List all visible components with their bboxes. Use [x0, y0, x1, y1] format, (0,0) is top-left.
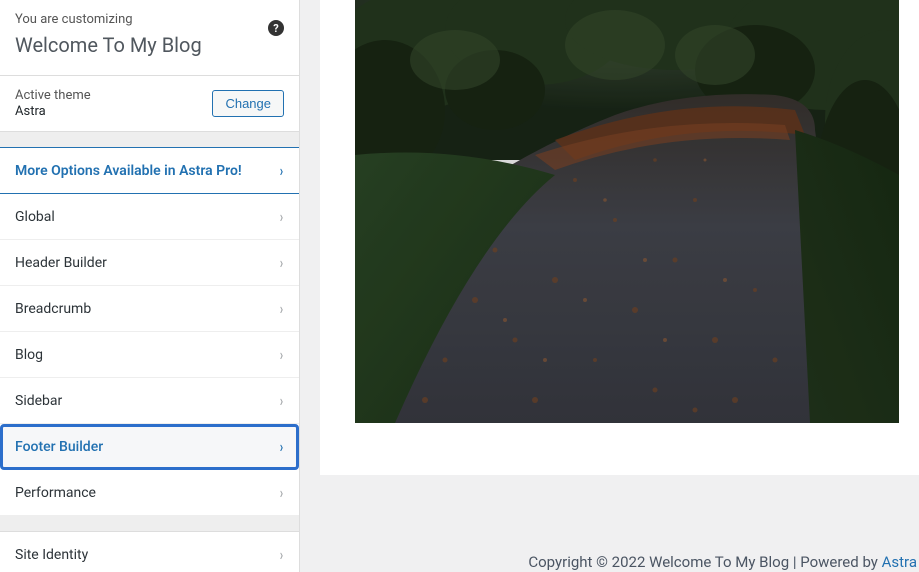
menu-item-label: Breadcrumb — [15, 301, 91, 317]
site-title: Welcome To My Blog — [15, 33, 284, 57]
panel-header: You are customizing Welcome To My Blog ? — [0, 0, 299, 76]
customizing-label: You are customizing — [15, 12, 284, 27]
chevron-right-icon: › — [280, 299, 283, 318]
active-theme-label: Active theme — [15, 88, 91, 103]
menu-item-label: Performance — [15, 485, 96, 501]
menu-item-global[interactable]: Global › — [0, 194, 299, 240]
menu-item-label: Blog — [15, 347, 43, 363]
footer-copyright: Copyright © 2022 Welcome To My Blog | Po… — [528, 553, 917, 571]
change-theme-button[interactable]: Change — [212, 90, 284, 117]
menu-item-header-builder[interactable]: Header Builder › — [0, 240, 299, 286]
chevron-right-icon: › — [280, 207, 283, 226]
menu-item-footer-builder[interactable]: Footer Builder › — [0, 424, 299, 470]
menu-item-performance[interactable]: Performance › — [0, 470, 299, 516]
theme-info: Active theme Astra — [15, 88, 91, 119]
footer-text-before: Copyright © 2022 Welcome To My Blog | Po… — [528, 553, 881, 571]
customizer-sidebar: You are customizing Welcome To My Blog ?… — [0, 0, 300, 572]
menu-item-label: More Options Available in Astra Pro! — [15, 163, 242, 179]
menu-item-blog[interactable]: Blog › — [0, 332, 299, 378]
active-theme-name: Astra — [15, 104, 91, 119]
menu-item-label: Footer Builder — [15, 439, 103, 455]
preview-content — [320, 0, 919, 475]
chevron-right-icon: › — [280, 345, 283, 364]
menu-item-site-identity[interactable]: Site Identity › — [0, 531, 299, 572]
footer-theme-link[interactable]: Astra — [882, 553, 917, 571]
menu-item-sidebar[interactable]: Sidebar › — [0, 378, 299, 424]
menu-item-label: Header Builder — [15, 255, 107, 271]
active-theme-section: Active theme Astra Change — [0, 76, 299, 132]
chevron-right-icon: › — [280, 253, 283, 272]
menu-item-astra-pro[interactable]: More Options Available in Astra Pro! › — [0, 147, 299, 194]
chevron-right-icon: › — [280, 391, 283, 410]
customizer-menu: More Options Available in Astra Pro! › G… — [0, 147, 299, 516]
preview-footer: Copyright © 2022 Welcome To My Blog | Po… — [320, 475, 919, 572]
chevron-right-icon: › — [280, 483, 283, 502]
help-icon[interactable]: ? — [268, 20, 284, 36]
menu-item-label: Global — [15, 209, 55, 225]
menu-item-label: Sidebar — [15, 393, 62, 409]
menu-item-breadcrumb[interactable]: Breadcrumb › — [0, 286, 299, 332]
preview-featured-image — [355, 0, 899, 423]
customizer-menu-extra: Site Identity › — [0, 531, 299, 572]
chevron-right-icon: › — [280, 437, 283, 456]
chevron-right-icon: › — [280, 545, 283, 564]
menu-item-label: Site Identity — [15, 547, 88, 563]
preview-pane: Copyright © 2022 Welcome To My Blog | Po… — [300, 0, 919, 572]
menu-gap — [0, 516, 299, 531]
chevron-right-icon: › — [280, 161, 283, 180]
